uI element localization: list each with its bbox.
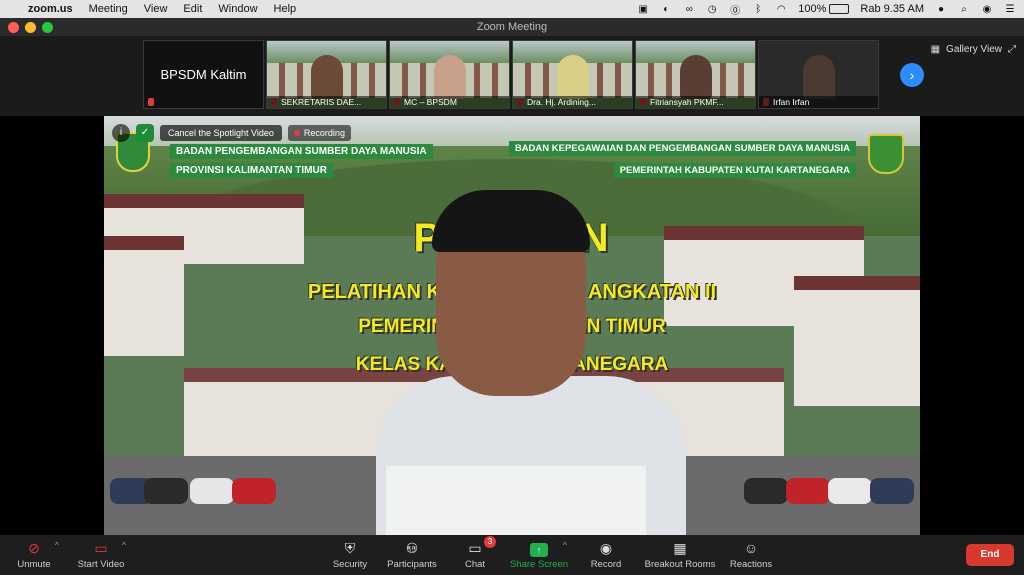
audio-options-chevron-up-icon[interactable]: ^: [55, 541, 59, 550]
breakout-rooms-icon: ▦: [673, 540, 687, 556]
breakout-rooms-label: Breakout Rooms: [644, 559, 716, 570]
window-title-bar: Zoom Meeting: [0, 18, 1024, 36]
menu-help[interactable]: Help: [274, 3, 297, 15]
menu-edit[interactable]: Edit: [183, 3, 202, 15]
wifi-icon[interactable]: ◠: [775, 3, 787, 15]
mic-muted-icon: ⊘: [28, 540, 40, 556]
gallery-view-button[interactable]: ▦ Gallery View ⤢: [931, 44, 1016, 55]
participant-video: [557, 55, 589, 99]
recording-indicator[interactable]: Recording: [287, 125, 351, 141]
reactions-button[interactable]: ☺ Reactions: [728, 539, 774, 570]
record-button[interactable]: ◉ Record: [588, 539, 624, 570]
chat-icon: ▭ 3: [460, 536, 496, 557]
participants-button[interactable]: ⚇ 55 Participants: [385, 539, 439, 570]
participant-video: [311, 55, 343, 99]
end-meeting-button[interactable]: End: [966, 544, 1014, 566]
participant-name: Fitriansyah PKMF...: [636, 96, 755, 108]
creative-cloud-icon[interactable]: ∞: [683, 3, 695, 15]
shield-icon[interactable]: ✓: [136, 124, 154, 142]
minimize-window-button[interactable]: [25, 22, 36, 33]
battery-percent: 100%: [798, 3, 827, 15]
share-screen-button[interactable]: ↑ Share Screen: [508, 539, 570, 570]
participant-name: Dra. Hj. Ardining...: [513, 96, 632, 108]
battery-indicator[interactable]: 100%: [798, 3, 850, 15]
presenter: [376, 190, 686, 535]
menu-view[interactable]: View: [144, 3, 168, 15]
menu-app-name[interactable]: zoom.us: [28, 3, 73, 15]
accessibility-icon[interactable]: ⓪: [729, 3, 741, 17]
recording-label: Recording: [303, 128, 345, 138]
close-window-button[interactable]: [8, 22, 19, 33]
gallery-view-label: Gallery View: [946, 44, 1002, 55]
participant-tile[interactable]: Irfan Irfan: [758, 40, 879, 109]
meeting-toolbar: ⊘ Unmute ^ ▭ Start Video ^ ⛨ Security ⚇ 5…: [0, 535, 1024, 575]
participant-name: SEKRETARIS DAE...: [267, 96, 386, 108]
chat-unread-badge: 3: [484, 536, 496, 548]
info-icon[interactable]: i: [112, 124, 130, 142]
next-page-arrow-icon[interactable]: ›: [900, 63, 924, 87]
security-button[interactable]: ⛨ Security: [330, 539, 370, 570]
record-dot-icon: [293, 130, 300, 136]
unmute-button[interactable]: ⊘ Unmute: [14, 539, 54, 570]
participant-tile[interactable]: Fitriansyah PKMF...: [635, 40, 756, 109]
reactions-label: Reactions: [729, 559, 773, 570]
participant-video: [680, 55, 712, 99]
share-screen-icon: ↑: [508, 539, 570, 557]
share-screen-label: Share Screen: [509, 559, 569, 570]
breakout-rooms-button[interactable]: ▦ Breakout Rooms: [644, 539, 716, 570]
reactions-icon: ☺: [743, 540, 759, 556]
participant-video: [803, 55, 835, 99]
start-video-label: Start Video: [77, 559, 125, 570]
spotlight-video[interactable]: BADAN PENGEMBANGAN SUMBER DAYA MANUSIA P…: [104, 116, 920, 535]
menu-window[interactable]: Window: [218, 3, 257, 15]
kukar-logo: [868, 134, 904, 174]
participant-name: BPSDM Kaltim: [160, 67, 247, 82]
zoom-window-button[interactable]: [42, 22, 53, 33]
participants-count: 55: [407, 545, 416, 554]
menu-meeting[interactable]: Meeting: [89, 3, 128, 15]
clock[interactable]: Rab 9.35 AM: [860, 3, 924, 15]
grid-icon: ▦: [930, 44, 941, 55]
siri-icon[interactable]: ◉: [981, 3, 993, 15]
cancel-spotlight-button[interactable]: Cancel the Spotlight Video: [160, 125, 282, 141]
participants-icon: ⚇ 55: [385, 539, 439, 557]
participant-tile[interactable]: SEKRETARIS DAE...: [266, 40, 387, 109]
start-video-button[interactable]: ▭ Start Video: [74, 539, 128, 570]
muted-mic-icon: [148, 98, 154, 106]
security-label: Security: [332, 559, 368, 570]
video-off-icon: ▭: [94, 540, 108, 556]
participant-tile[interactable]: MC – BPSDM: [389, 40, 510, 109]
screen-icon[interactable]: ◐: [660, 3, 672, 15]
zoom-tray-icon[interactable]: ▣: [637, 3, 649, 15]
spotlight-controls: i ✓ Cancel the Spotlight Video Recording: [112, 124, 351, 142]
participant-strip: BPSDM Kaltim SEKRETARIS DAE... MC – BPSD…: [0, 36, 1024, 116]
participant-tile[interactable]: BPSDM Kaltim: [143, 40, 264, 109]
battery-icon: [829, 4, 850, 14]
record-label: Record: [590, 559, 622, 570]
record-icon: ◉: [599, 540, 613, 556]
unmute-label: Unmute: [17, 559, 51, 570]
banner-right: BADAN KEPEGAWAIAN DAN PENGEMBANGAN SUMBE…: [508, 138, 856, 182]
user-icon[interactable]: ●: [935, 3, 947, 15]
macos-menu-bar: zoom.us Meeting View Edit Window Help ▣ …: [0, 0, 1024, 18]
participant-tile[interactable]: Dra. Hj. Ardining...: [512, 40, 633, 109]
video-options-chevron-up-icon[interactable]: ^: [122, 541, 126, 550]
spotlight-search-icon[interactable]: ⌕: [958, 3, 970, 15]
participants-label: Participants: [387, 559, 437, 570]
timer-icon[interactable]: ◷: [706, 3, 718, 15]
bluetooth-icon[interactable]: ᛒ: [752, 3, 764, 15]
window-title: Zoom Meeting: [476, 21, 548, 33]
video-stage: BADAN PENGEMBANGAN SUMBER DAYA MANUSIA P…: [0, 116, 1024, 535]
chat-label: Chat: [464, 559, 486, 570]
control-center-icon[interactable]: ☰: [1004, 3, 1016, 15]
participant-name: MC – BPSDM: [390, 96, 509, 108]
shield-icon: ⛨: [344, 540, 356, 556]
share-options-chevron-up-icon[interactable]: ^: [563, 541, 567, 550]
fullscreen-icon: ⤢: [1008, 44, 1016, 55]
participant-name: Irfan Irfan: [759, 96, 878, 108]
participant-video: [434, 55, 466, 99]
chat-button[interactable]: ▭ 3 Chat: [460, 536, 496, 570]
